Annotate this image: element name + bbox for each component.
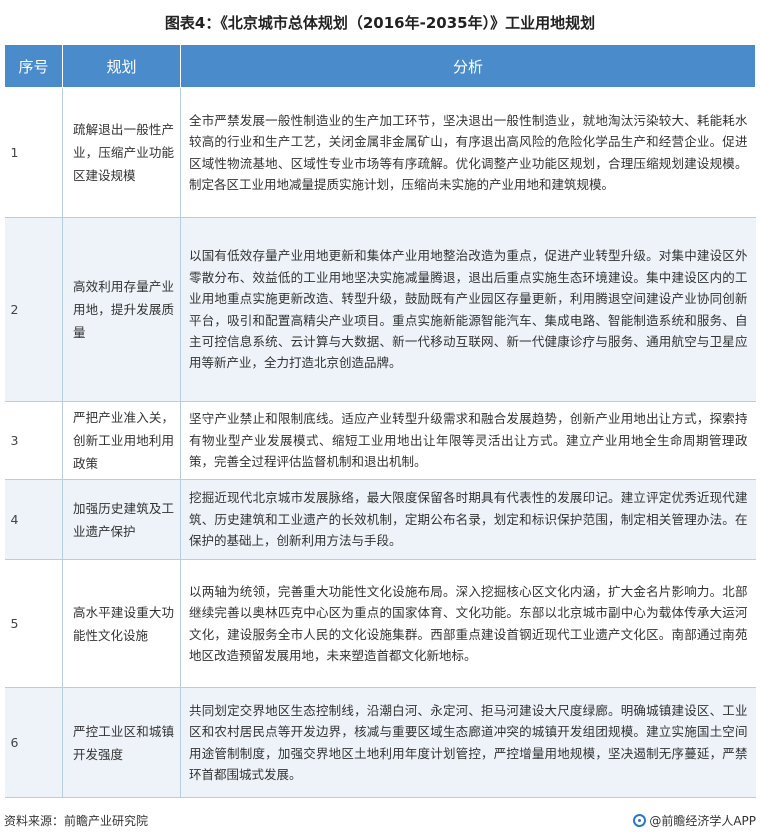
row-analysis: 全市严禁发展一般性制造业的生产加工环节，坚决退出一般性制造业，就地淘汰污染较大、… — [180, 87, 756, 218]
row-plan: 严把产业准入关，创新工业用地利用政策 — [62, 401, 181, 480]
table-row: 6 严控工业区和城镇开发强度 共同划定交界地区生态控制线，沿潮白河、永定河、拒马… — [4, 687, 756, 798]
row-analysis: 以国有低效存量产业用地更新和集体产业用地整治改造为重点，促进产业转型升级。对集中… — [180, 217, 756, 402]
row-analysis: 挖掘近现代北京城市发展脉络，最大限度保留各时期具有代表性的发展印记。建立评定优秀… — [180, 479, 756, 560]
column-header-analysis: 分析 — [180, 44, 756, 88]
planning-table: 序号 规划 分析 1 疏解退出一般性产业，压缩产业功能区建设规模 全市严禁发展一… — [4, 44, 756, 798]
source-note: 资料来源：前瞻产业研究院 — [4, 814, 149, 828]
row-plan: 高效利用存量产业用地，提升发展质量 — [62, 217, 181, 402]
table-header-row: 序号 规划 分析 — [4, 44, 756, 88]
table-row: 5 高水平建设重大功能性文化设施 以两轴为统领，完善重大功能性文化设施布局。深入… — [4, 559, 756, 688]
table-row: 1 疏解退出一般性产业，压缩产业功能区建设规模 全市严禁发展一般性制造业的生产加… — [4, 87, 756, 218]
row-number: 5 — [4, 559, 63, 688]
row-plan: 加强历史建筑及工业遗产保护 — [62, 479, 181, 560]
row-analysis: 坚守产业禁止和限制底线。适应产业转型升级需求和融合发展趋势，创新产业用地出让方式… — [180, 401, 756, 480]
row-plan: 高水平建设重大功能性文化设施 — [62, 559, 181, 688]
column-header-number: 序号 — [4, 44, 63, 88]
table-row: 3 严把产业准入关，创新工业用地利用政策 坚守产业禁止和限制底线。适应产业转型升… — [4, 401, 756, 480]
page-title: 图表4：《北京城市总体规划（2016年-2035年）》工业用地规划 — [164, 14, 596, 32]
row-plan: 严控工业区和城镇开发强度 — [62, 687, 181, 798]
row-number: 2 — [4, 217, 63, 402]
row-analysis: 以两轴为统领，完善重大功能性文化设施布局。深入挖掘核心区文化内涵，扩大金名片影响… — [180, 559, 756, 688]
brand: @前瞻经济学人APP — [633, 812, 756, 829]
row-plan: 疏解退出一般性产业，压缩产业功能区建设规模 — [62, 87, 181, 218]
row-number: 4 — [4, 479, 63, 560]
row-number: 1 — [4, 87, 63, 218]
table-row: 2 高效利用存量产业用地，提升发展质量 以国有低效存量产业用地更新和集体产业用地… — [4, 217, 756, 402]
table-row: 4 加强历史建筑及工业遗产保护 挖掘近现代北京城市发展脉络，最大限度保留各时期具… — [4, 479, 756, 560]
row-number: 3 — [4, 401, 63, 480]
row-number: 6 — [4, 687, 63, 798]
column-header-plan: 规划 — [62, 44, 181, 88]
brand-label: @前瞻经济学人APP — [649, 814, 756, 828]
qianzhan-logo-icon — [633, 814, 647, 827]
row-analysis: 共同划定交界地区生态控制线，沿潮白河、永定河、拒马河建设大尺度绿廊。明确城镇建设… — [180, 687, 756, 798]
